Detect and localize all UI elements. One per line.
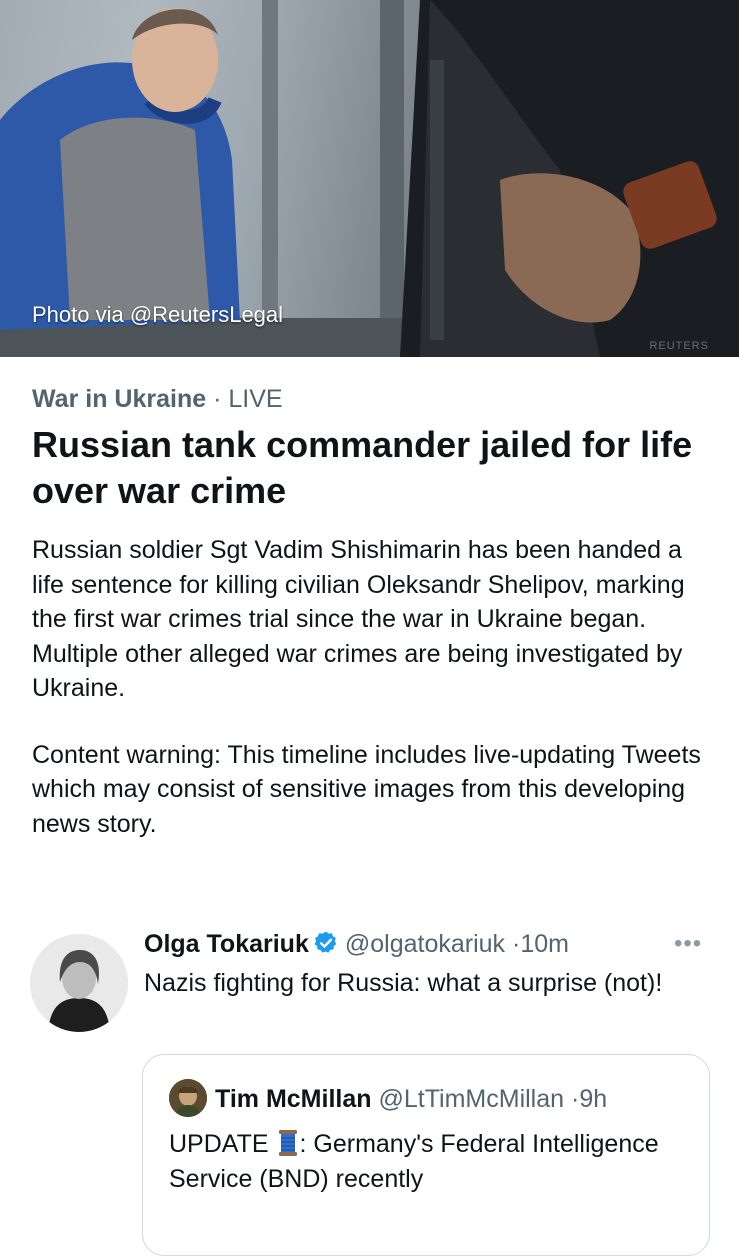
tweet-text: Nazis fighting for Russia: what a surpri… — [144, 969, 663, 997]
tweet-header: Olga Tokariuk @olgatokariuk ·10m — [144, 924, 569, 968]
quoted-author-name[interactable]: Tim McMillan — [215, 1085, 372, 1113]
article-headline: Russian tank commander jailed for life o… — [32, 424, 693, 511]
quoted-text-update: UPDATE — [169, 1130, 269, 1158]
quoted-timestamp[interactable]: 9h — [579, 1085, 607, 1113]
tweet[interactable]: Olga Tokariuk @olgatokariuk ·10m ••• Nazi… — [0, 920, 739, 1256]
article-hero-image[interactable]: Photo via @ReutersLegal REUTERS — [0, 0, 739, 357]
news-article: War in Ukraine · LIVE Russian tank comma… — [32, 382, 712, 841]
article-kicker: War in Ukraine · LIVE — [32, 382, 712, 416]
photo-credit: Photo via @ReutersLegal — [32, 302, 284, 327]
author-handle[interactable]: @olgatokariuk — [345, 930, 505, 958]
quoted-header: Tim McMillan @LtTimMcMillan ·9h — [215, 1079, 607, 1119]
quoted-text: UPDATE : Germany's Federal Intelligence … — [169, 1127, 689, 1196]
quoted-avatar[interactable] — [169, 1079, 207, 1117]
spool-of-thread-icon — [278, 1129, 298, 1157]
quoted-avatar-photo — [169, 1079, 207, 1117]
author-name[interactable]: Olga Tokariuk — [144, 930, 309, 958]
quoted-tweet[interactable]: Tim McMillan @LtTimMcMillan ·9h UPDATE :… — [142, 1054, 710, 1256]
avatar-photo — [30, 934, 128, 1032]
more-options-icon[interactable]: ••• — [674, 930, 702, 958]
article-summary: Russian soldier Sgt Vadim Shishimarin ha… — [32, 536, 685, 702]
avatar[interactable] — [30, 934, 128, 1032]
content-warning: Content warning: This timeline includes … — [32, 740, 701, 838]
category-label[interactable]: War in Ukraine — [32, 385, 206, 413]
verified-badge-icon — [313, 928, 339, 968]
kicker-separator: · — [213, 385, 222, 413]
tweet-timestamp[interactable]: 10m — [520, 930, 569, 958]
quoted-author-handle[interactable]: @LtTimMcMillan — [378, 1085, 564, 1113]
live-badge: LIVE — [228, 385, 283, 413]
reuters-watermark: REUTERS — [649, 340, 709, 352]
